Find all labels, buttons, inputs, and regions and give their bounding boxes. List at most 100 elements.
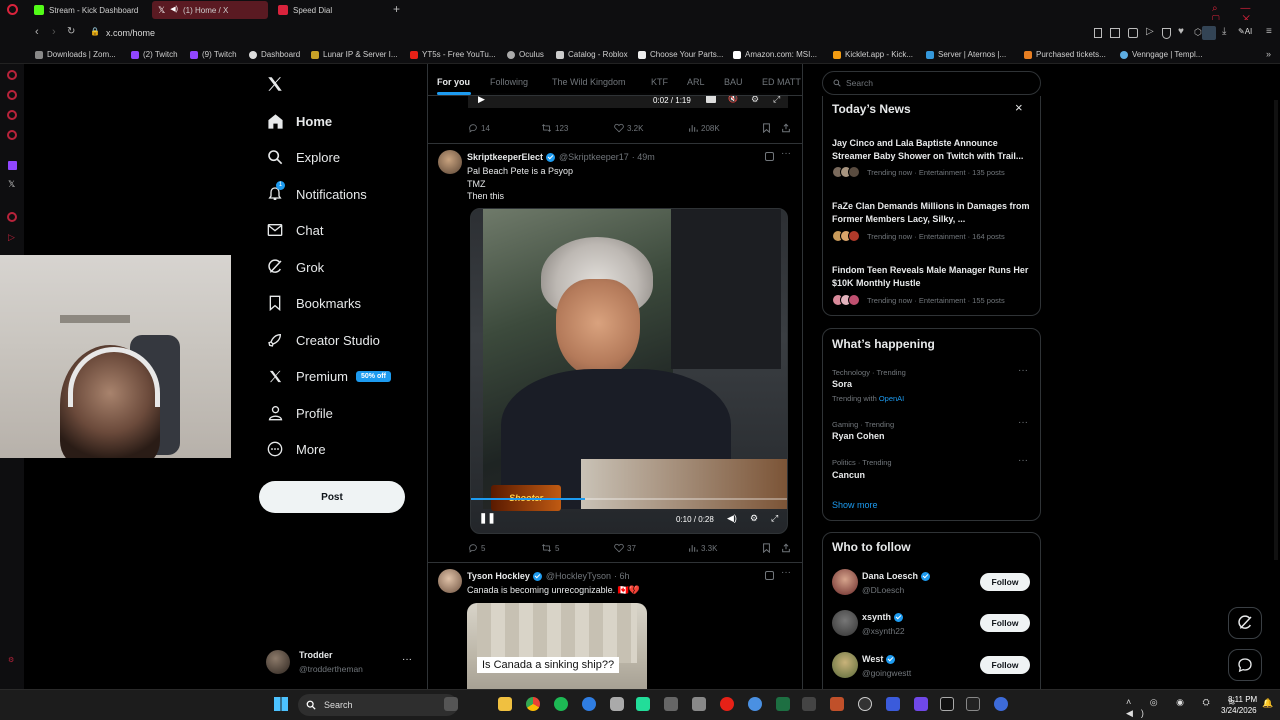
trend-name[interactable]: Ryan Cohen: [832, 431, 885, 441]
reply-button[interactable]: 5: [468, 543, 485, 553]
share-icon[interactable]: [781, 543, 791, 553]
trend-name[interactable]: Sora: [832, 379, 852, 389]
app-icon[interactable]: [914, 697, 928, 711]
bookmark-item[interactable]: Catalog - Roblox: [556, 50, 628, 59]
play-icon[interactable]: ▷: [1146, 26, 1154, 37]
search-input[interactable]: Search: [822, 71, 1041, 95]
bookmark-item[interactable]: Server | Aternos |...: [926, 50, 1006, 59]
fullscreen-icon[interactable]: ⤢: [771, 513, 778, 524]
tab-ed-matt[interactable]: ED MATT: [762, 77, 801, 87]
sidebar-app-icon[interactable]: [7, 212, 17, 222]
news-headline[interactable]: Jay Cinco and Lala Baptiste Announce Str…: [832, 137, 1032, 162]
follow-user-name[interactable]: Dana Loesch: [862, 571, 931, 581]
windows-start-icon[interactable]: [274, 697, 288, 711]
tweet[interactable]: SkriptkeeperElect @Skriptkeeper17 · 49m …: [428, 144, 802, 562]
app-icon[interactable]: [636, 697, 650, 711]
views-button[interactable]: 3.3K: [688, 543, 717, 553]
tab-bau[interactable]: BAU: [724, 77, 743, 87]
volume-icon[interactable]: ◀): [727, 513, 737, 524]
bookmark-icon[interactable]: [762, 123, 771, 133]
app-icon[interactable]: [994, 697, 1008, 711]
app-icon[interactable]: [830, 697, 844, 711]
settings-icon[interactable]: ⚙: [750, 513, 758, 524]
news-headline[interactable]: FaZe Clan Demands Millions in Damages fr…: [832, 200, 1032, 225]
twitch-sidebar-icon[interactable]: [8, 161, 17, 170]
account-switcher[interactable]: Trodder @troddertheman ···: [264, 648, 414, 676]
bookmark-item[interactable]: (2) Twitch: [131, 50, 178, 59]
address-bar[interactable]: 🔒 x.com/home: [86, 25, 1086, 41]
avatar[interactable]: [438, 150, 462, 174]
excel-icon[interactable]: [776, 697, 790, 711]
bookmark-item[interactable]: Lunar IP & Server I...: [311, 50, 398, 59]
tab-kick-dashboard[interactable]: Stream - Kick Dashboard: [28, 1, 148, 19]
new-tab-button[interactable]: +: [393, 2, 400, 16]
app-icon[interactable]: [748, 697, 762, 711]
tab-x-home[interactable]: 𝕏 ◀) (1) Home / X: [152, 1, 268, 19]
trend-more-icon[interactable]: ···: [1018, 455, 1028, 466]
avatar[interactable]: [832, 652, 858, 678]
taskbar-search[interactable]: Search: [298, 694, 458, 716]
show-more-link[interactable]: Show more: [832, 500, 878, 510]
tweet-more-icon[interactable]: ···: [781, 567, 791, 578]
grok-float-button[interactable]: [1228, 607, 1262, 639]
repost-button[interactable]: 123: [541, 123, 568, 133]
video-player[interactable]: Shooter ❚❚ 0:10 / 0:28 ◀) ⚙ ⤢: [470, 208, 788, 534]
follow-button[interactable]: Follow: [980, 573, 1030, 591]
nav-creator-studio[interactable]: Creator Studio: [266, 331, 380, 349]
tab-for-you[interactable]: For you: [437, 77, 470, 87]
task-view-icon[interactable]: [444, 697, 458, 711]
tab-arl[interactable]: ARL: [687, 77, 705, 87]
bookmark-item[interactable]: Amazon.com: MSI...: [733, 50, 817, 59]
like-button[interactable]: 37: [614, 543, 636, 553]
sidebar-app-icon[interactable]: [7, 110, 17, 120]
trend-name[interactable]: Cancun: [832, 470, 865, 480]
tab-speed-dial[interactable]: Speed Dial: [272, 1, 382, 19]
avatar[interactable]: [832, 569, 858, 595]
nav-notifications[interactable]: 1 Notifications: [266, 181, 367, 203]
tweet-author-handle[interactable]: @Skriptkeeper17: [559, 152, 629, 162]
taskbar-date[interactable]: 3/24/2026: [1221, 706, 1257, 715]
app-icon[interactable]: [664, 697, 678, 711]
tab-ktf[interactable]: KTF: [651, 77, 668, 87]
avatar[interactable]: [438, 569, 462, 593]
puzzle-icon[interactable]: ⬡: [1194, 27, 1202, 38]
bookmark-item[interactable]: Choose Your Parts...: [638, 50, 723, 59]
app-icon[interactable]: [692, 697, 706, 711]
nav-bookmarks[interactable]: Bookmarks: [266, 294, 361, 312]
spotify-icon[interactable]: [554, 697, 568, 711]
pause-icon[interactable]: ❚❚: [479, 513, 496, 524]
back-icon[interactable]: ‹: [35, 26, 39, 38]
nav-more[interactable]: More: [266, 440, 326, 458]
youtube-icon[interactable]: [720, 697, 734, 711]
nav-profile[interactable]: Profile: [266, 404, 333, 422]
chat-float-button[interactable]: [1228, 649, 1262, 681]
download-icon[interactable]: ⤓: [1222, 26, 1226, 37]
reply-button[interactable]: 14: [468, 123, 490, 133]
tweet-author-name[interactable]: Tyson Hockley: [467, 571, 530, 581]
nav-home[interactable]: Home: [266, 112, 332, 130]
sidebar-app-icon[interactable]: [7, 90, 17, 100]
reload-icon[interactable]: ↻: [67, 26, 75, 37]
caption-icon[interactable]: [706, 95, 716, 103]
follow-button[interactable]: Follow: [980, 614, 1030, 632]
close-icon[interactable]: ×: [1015, 100, 1023, 115]
discord-icon[interactable]: [610, 697, 624, 711]
play-sidebar-icon[interactable]: ▷: [8, 232, 15, 243]
tab-the-wild-kingdom[interactable]: The Wild Kingdom: [552, 77, 626, 87]
nav-grok[interactable]: Grok: [266, 258, 324, 276]
menu-icon[interactable]: ≡: [1266, 26, 1272, 37]
nav-explore[interactable]: Explore: [266, 148, 340, 166]
x-logo-icon[interactable]: [266, 75, 284, 93]
bookmark-item[interactable]: Downloads | Zom...: [35, 50, 116, 59]
avatar[interactable]: [832, 610, 858, 636]
news-headline[interactable]: Findom Teen Reveals Male Manager Runs He…: [832, 264, 1032, 289]
bookmark-item[interactable]: Oculus: [507, 50, 544, 59]
scrollbar[interactable]: [1274, 100, 1278, 560]
chrome-icon[interactable]: [526, 697, 540, 711]
notification-bell-icon[interactable]: 🔔: [1262, 698, 1273, 709]
bookmark-page-icon[interactable]: [1094, 28, 1102, 38]
nav-chat[interactable]: Chat: [266, 221, 323, 239]
tweet-author-handle[interactable]: @HockleyTyson: [546, 571, 611, 581]
sidebar-app-icon[interactable]: [7, 70, 17, 80]
bookmark-item[interactable]: YT5s - Free YouTu...: [410, 50, 496, 59]
